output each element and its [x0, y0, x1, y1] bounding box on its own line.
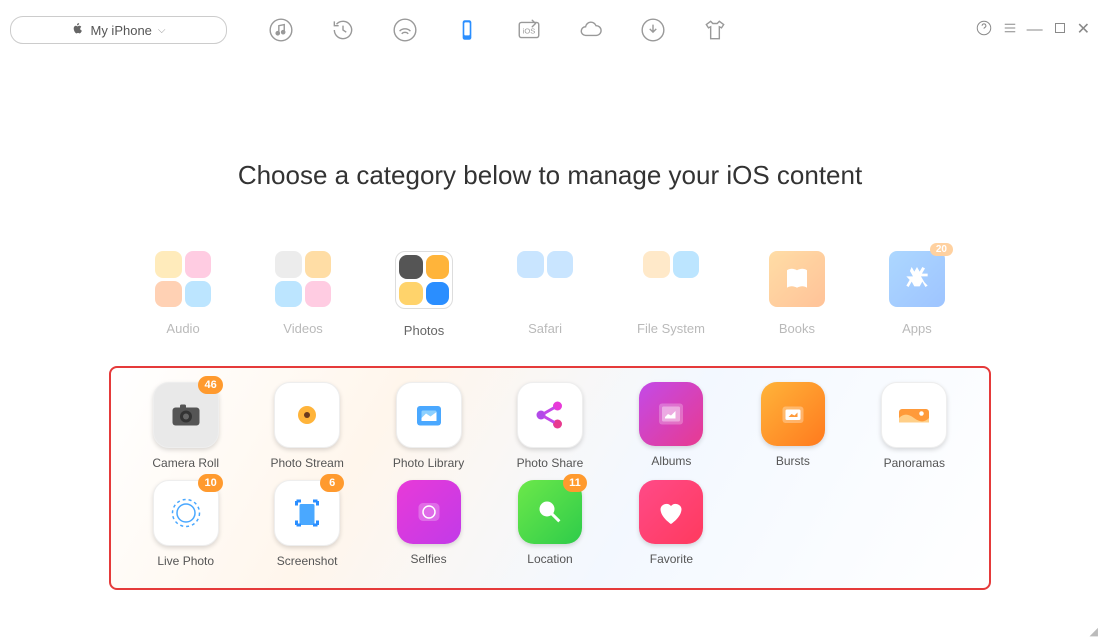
category-filesystem[interactable]: File System: [637, 251, 705, 338]
phone-icon[interactable]: [453, 16, 481, 44]
category-safari[interactable]: Safari: [517, 251, 573, 338]
device-selector[interactable]: My iPhone ⌵: [10, 16, 227, 44]
sub-label: Photo Library: [393, 456, 464, 470]
category-row: Audio Videos Photos Safari File System Books A…: [0, 251, 1100, 338]
toolbar-mode-icons: iOS: [267, 16, 729, 44]
category-photos[interactable]: Photos: [395, 251, 453, 338]
albums-icon: [639, 382, 703, 446]
sub-label: Location: [527, 552, 572, 566]
minimize-icon[interactable]: —: [1027, 22, 1043, 38]
page-title: Choose a category below to manage your i…: [0, 160, 1100, 191]
category-label: Apps: [902, 321, 932, 336]
sub-panoramas[interactable]: Panoramas: [855, 382, 973, 470]
photo-library-icon: [396, 382, 462, 448]
category-videos[interactable]: Videos: [275, 251, 331, 338]
sub-selfies[interactable]: Selfies: [370, 480, 488, 568]
sub-label: Favorite: [650, 552, 693, 566]
shirt-icon[interactable]: [701, 16, 729, 44]
music-icon[interactable]: [267, 16, 295, 44]
chevron-down-icon: ⌵: [158, 25, 166, 36]
menu-icon[interactable]: [1001, 19, 1019, 41]
subcategory-grid: 46Camera Roll Photo Stream Photo Library Ph…: [125, 382, 975, 568]
device-name: My iPhone: [90, 23, 151, 38]
category-label: Videos: [283, 321, 323, 336]
maximize-icon[interactable]: [1051, 19, 1069, 41]
badge: 46: [198, 376, 222, 394]
bursts-icon: [761, 382, 825, 446]
sub-label: Photo Share: [517, 456, 584, 470]
sub-photo-library[interactable]: Photo Library: [370, 382, 488, 470]
sub-label: Screenshot: [277, 554, 338, 568]
window-controls: — ✕: [975, 19, 1090, 41]
apple-icon: [71, 22, 84, 38]
download-icon[interactable]: [639, 16, 667, 44]
category-label: Books: [779, 321, 815, 336]
close-icon[interactable]: ✕: [1077, 22, 1090, 38]
panoramas-icon: [881, 382, 947, 448]
sub-camera-roll[interactable]: 46Camera Roll: [127, 382, 245, 470]
subcategory-panel: 46Camera RollPhoto StreamPhoto LibraryPh…: [109, 366, 991, 590]
photo-stream-icon: [274, 382, 340, 448]
category-apps[interactable]: Apps20: [889, 251, 945, 338]
svg-text:iOS: iOS: [523, 26, 536, 35]
photo-share-icon: [517, 382, 583, 448]
history-icon[interactable]: [329, 16, 357, 44]
sub-screenshot[interactable]: 6Screenshot: [248, 480, 366, 568]
category-books[interactable]: Books: [769, 251, 825, 338]
badge: 10: [198, 474, 222, 492]
selfies-icon: [397, 480, 461, 544]
help-icon[interactable]: [975, 19, 993, 41]
wifi-icon[interactable]: [391, 16, 419, 44]
badge: 11: [563, 474, 587, 492]
sub-photo-stream[interactable]: Photo Stream: [248, 382, 366, 470]
sub-label: Selfies: [411, 552, 447, 566]
sub-albums[interactable]: Albums: [612, 382, 730, 470]
category-label: File System: [637, 321, 705, 336]
sub-bursts[interactable]: Bursts: [734, 382, 852, 470]
category-label: Safari: [528, 321, 562, 336]
sub-label: Albums: [651, 454, 691, 468]
category-audio[interactable]: Audio: [155, 251, 211, 338]
sub-label: Live Photo: [157, 554, 214, 568]
sub-label: Panoramas: [884, 456, 945, 470]
sub-location[interactable]: 11Location: [491, 480, 609, 568]
badge: 6: [320, 474, 344, 492]
badge: 20: [930, 243, 953, 256]
sub-label: Photo Stream: [270, 456, 343, 470]
sub-live-photo[interactable]: 10Live Photo: [127, 480, 245, 568]
category-label: Audio: [166, 321, 199, 336]
cloud-icon[interactable]: [577, 16, 605, 44]
ios-icon[interactable]: iOS: [515, 16, 543, 44]
sub-label: Bursts: [776, 454, 810, 468]
resize-grip[interactable]: ◢: [1090, 625, 1098, 638]
sub-photo-share[interactable]: Photo Share: [491, 382, 609, 470]
toolbar: My iPhone ⌵ iOS — ✕: [0, 0, 1100, 60]
favorite-icon: [639, 480, 703, 544]
sub-label: Camera Roll: [152, 456, 219, 470]
sub-favorite[interactable]: Favorite: [612, 480, 730, 568]
